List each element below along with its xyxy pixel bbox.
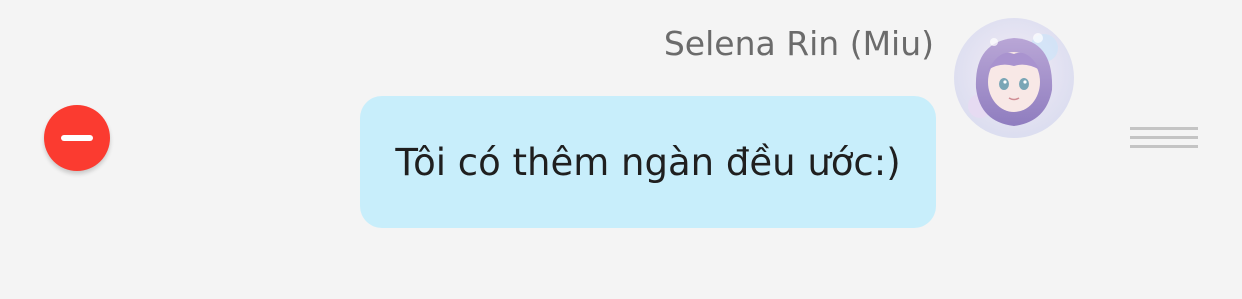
drag-handle-line xyxy=(1130,127,1198,130)
sender-name: Selena Rin (Miu) xyxy=(663,24,934,63)
delete-message-button[interactable] xyxy=(44,105,110,171)
drag-handle-line xyxy=(1130,136,1198,139)
message-bubble[interactable]: Tôi có thêm ngàn đều ước:) xyxy=(360,96,936,228)
avatar xyxy=(954,18,1074,138)
message-text: Tôi có thêm ngàn đều ước:) xyxy=(395,140,901,184)
avatar-image-icon xyxy=(954,18,1074,138)
drag-handle-line xyxy=(1130,145,1198,148)
drag-handle[interactable] xyxy=(1130,127,1198,154)
minus-icon xyxy=(61,135,93,141)
